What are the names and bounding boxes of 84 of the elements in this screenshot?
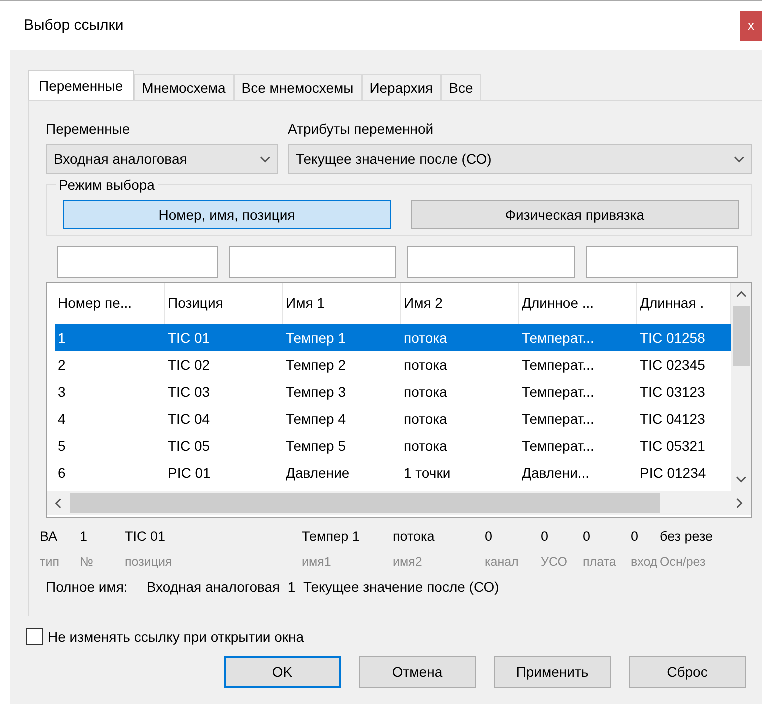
table-cell-text: TIC 02345 xyxy=(639,356,706,372)
dialog-button[interactable]: OK xyxy=(224,656,341,688)
checkbox[interactable] xyxy=(26,628,43,645)
table-cell-text: Давление xyxy=(285,464,351,480)
detail-value: потока xyxy=(393,529,436,544)
detail-label: канал xyxy=(485,555,520,569)
horizontal-scrollbar[interactable] xyxy=(47,491,751,515)
full-name-value: Входная аналоговая 1 Текущее значение после (СО) xyxy=(146,579,500,595)
table-cell-text: Темпер 4 xyxy=(285,410,348,426)
detail-label: № xyxy=(80,555,94,569)
table-cell-text: Температ... xyxy=(521,410,596,426)
filter-field[interactable] xyxy=(407,246,575,278)
detail-label: вход xyxy=(631,555,659,569)
table-cell-text: TIC 03 xyxy=(167,384,212,400)
table-cell-text: потока xyxy=(403,356,448,372)
table-cell-text: TIC 05321 xyxy=(639,438,706,454)
mode-button[interactable]: Номер, имя, позиция xyxy=(63,200,391,229)
table-cell-text: PIC 01 xyxy=(167,464,212,480)
table-cell-text: 1 точки xyxy=(403,464,452,480)
detail-label: позиция xyxy=(125,555,174,569)
close-button[interactable]: x xyxy=(740,10,762,40)
tab[interactable]: Мнемосхема xyxy=(134,74,234,100)
table-cell-text: TIC 04123 xyxy=(639,410,706,426)
tab[interactable]: Все мнемосхемы xyxy=(234,74,362,100)
detail-label: имя2 xyxy=(393,555,424,569)
detail-label: тип xyxy=(40,555,60,569)
variable-type-label: Переменные xyxy=(46,121,132,137)
table-cell-text: потока xyxy=(403,410,448,426)
detail-value: 0 xyxy=(485,529,494,544)
selected-row[interactable]: 1 TIC 01 Темпер 1 потока Температ... TIC 01258 xyxy=(55,324,731,351)
window-title: Выбор ссылки xyxy=(24,17,124,34)
detail-label: имя1 xyxy=(302,555,332,569)
dialog-button[interactable]: Отмена xyxy=(359,656,476,688)
table-cell-text: Температ... xyxy=(521,384,596,400)
detail-label: УСО xyxy=(541,555,568,569)
table-cell-text: TIC 02 xyxy=(167,356,212,372)
scroll-right-icon[interactable] xyxy=(734,498,745,508)
full-name-label: Полное имя: xyxy=(46,579,128,595)
dialog-button[interactable]: Применить xyxy=(494,656,611,688)
table-cell-text: TIC 05 xyxy=(167,438,212,454)
table-cell-text: 3 xyxy=(57,384,67,400)
detail-value: 0 xyxy=(541,529,550,544)
detail-value: 0 xyxy=(583,529,592,544)
table-cell-text: Температ... xyxy=(521,356,596,372)
scroll-up-icon[interactable] xyxy=(736,289,746,300)
dialog-button[interactable]: Сброс xyxy=(629,656,746,688)
detail-value: ВА xyxy=(40,529,59,544)
attribute-label: Атрибуты переменной xyxy=(288,121,435,137)
table-cell-text: потока xyxy=(403,384,448,400)
vertical-scrollbar[interactable] xyxy=(731,283,751,491)
filter-field[interactable] xyxy=(57,246,218,278)
table-cell-text: потока xyxy=(403,438,448,454)
table-cell-text: Температ... xyxy=(521,438,596,454)
mode-button[interactable]: Физическая привязка xyxy=(411,200,739,229)
table-cell-text: TIC 03123 xyxy=(639,384,706,400)
detail-label: Осн/рез xyxy=(660,555,707,569)
filter-field[interactable] xyxy=(229,246,396,278)
dropdown[interactable]: Текущее значение после (СО) xyxy=(288,144,752,174)
scroll-thumb[interactable] xyxy=(732,306,750,366)
table-cell-text: 6 xyxy=(57,464,67,480)
detail-label: плата xyxy=(583,555,618,569)
table-cell-text: Темпер 3 xyxy=(285,384,348,400)
checkbox-label: Не изменять ссылку при открытии окна xyxy=(48,628,304,644)
table-cell-text: Темпер 5 xyxy=(285,438,348,454)
detail-value: Темпер 1 xyxy=(302,529,361,544)
table-cell-text: Давлени... xyxy=(521,464,591,480)
table-cell-text: TIC 04 xyxy=(167,410,212,426)
tab[interactable]: Переменные xyxy=(28,70,134,100)
table-cell-text: PIC 01234 xyxy=(639,464,708,480)
tab[interactable]: Иерархия xyxy=(362,74,442,100)
dropdown[interactable]: Входная аналоговая xyxy=(46,144,278,174)
table-cell-text: 5 xyxy=(57,438,67,454)
scroll-left-icon[interactable] xyxy=(53,498,64,508)
filter-field[interactable] xyxy=(586,246,738,278)
detail-value: 0 xyxy=(631,529,640,544)
table-cell-text: Темпер 2 xyxy=(285,356,348,372)
tab[interactable]: Все xyxy=(441,74,482,100)
table-cell-text: 2 xyxy=(57,356,67,372)
detail-value: 1 xyxy=(80,529,89,544)
detail-value: TIC 01 xyxy=(125,529,167,544)
scroll-thumb[interactable] xyxy=(70,493,660,513)
scroll-down-icon[interactable] xyxy=(736,474,746,485)
table-cell-text: 4 xyxy=(57,410,67,426)
detail-value: без резе xyxy=(660,529,714,544)
